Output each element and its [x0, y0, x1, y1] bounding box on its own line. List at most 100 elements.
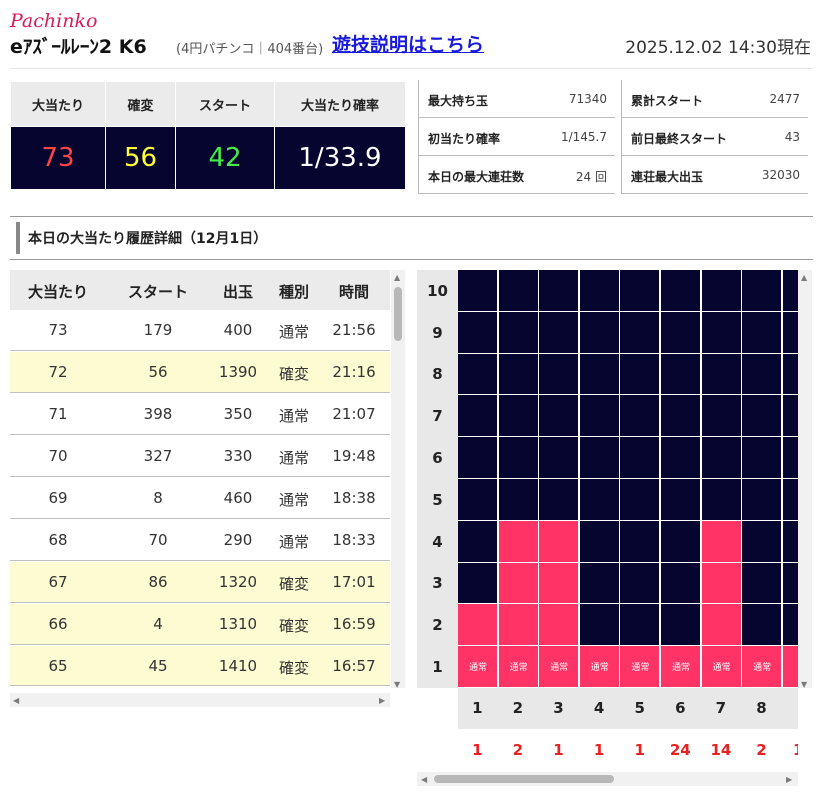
graph-type-label: 通常 [468, 663, 487, 674]
x-axis-label: 8 [756, 699, 767, 717]
scroll-down-arrow-icon[interactable]: ▼ [801, 681, 807, 689]
cell-type: 通常 [278, 491, 310, 509]
graph-cell [701, 395, 742, 438]
cell-hit: 72 [48, 363, 68, 381]
graph-cell [782, 520, 798, 563]
graph-cell [498, 562, 539, 605]
stat-label: 累計スタート [631, 94, 704, 108]
graph-cell [539, 479, 580, 521]
stats-left: 最大持ち玉 71340 初当たり確率 1/145.7 本日の最大連荘数 24 回 [418, 80, 615, 194]
cell-type: 確変 [278, 365, 310, 383]
streak-count-label: 1 [553, 741, 564, 759]
graph-cell [498, 270, 539, 312]
summary-header-probability: 大当たり確率 [275, 82, 405, 126]
graph-type-label: 通常 [712, 663, 731, 674]
stat-row: 累計スタート 2477 [621, 80, 808, 118]
summary-value-probability: 1/33.9 [275, 127, 405, 189]
machine-subtitle: (4円パチンコ｜404番台) [176, 42, 324, 57]
graph-cell [701, 520, 742, 563]
graph-cell [579, 520, 620, 563]
cell-type: 確変 [278, 659, 310, 677]
y-axis-label: 6 [432, 449, 443, 468]
cell-time: 16:59 [332, 615, 376, 633]
graph-cell [458, 604, 498, 647]
graph-horizontal-scroll-thumb[interactable] [434, 775, 614, 783]
scroll-left-arrow-icon[interactable]: ◀ [13, 697, 19, 705]
history-vertical-scroll-thumb[interactable] [394, 287, 402, 341]
graph-y-axis: 10 9 8 7 6 5 4 3 2 1 [417, 270, 458, 688]
summary-header-hits: 大当たり [11, 82, 105, 126]
graph-cell [458, 353, 498, 396]
x-axis-label: 6 [675, 699, 686, 717]
graph-cell [539, 520, 580, 563]
graph-type-label: 通常 [509, 663, 528, 674]
graph-cell [742, 395, 783, 438]
stat-value: 32030 [761, 168, 800, 182]
scroll-right-arrow-icon[interactable]: ▶ [786, 776, 792, 784]
stat-value: 24 回 [575, 170, 607, 184]
summary-value-kakuhen: 56 [106, 127, 175, 189]
stat-row: 連荘最大出玉 32030 [621, 156, 808, 194]
graph-cell [539, 395, 580, 438]
cell-hit: 69 [48, 489, 68, 507]
graph-vertical-scrollbar[interactable] [798, 270, 812, 688]
column-header-start: スタート [127, 283, 189, 301]
scroll-down-arrow-icon[interactable]: ▼ [394, 681, 400, 689]
graph-cell [498, 479, 539, 521]
table-row: 67 86 1320 確変 17:01 [10, 562, 390, 603]
graph-cell [782, 270, 798, 312]
graph-cell [701, 311, 742, 354]
x-axis-label: 5 [634, 699, 645, 717]
cell-payout: 400 [223, 321, 253, 339]
scroll-up-arrow-icon[interactable]: ▲ [801, 274, 807, 282]
graph-cell [661, 479, 701, 521]
graph-cell [579, 270, 620, 312]
scroll-left-arrow-icon[interactable]: ◀ [421, 776, 427, 784]
graph-cell [579, 311, 620, 354]
stat-label: 本日の最大連荘数 [428, 170, 525, 184]
y-axis-label: 1 [432, 658, 443, 677]
graph-cell [579, 437, 620, 479]
y-axis-label: 5 [432, 490, 443, 509]
cell-hit: 70 [48, 447, 68, 465]
table-row: 69 8 460 通常 18:38 [10, 478, 390, 519]
x-axis-label: 1 [472, 699, 483, 717]
column-header-hit: 大当たり [27, 283, 89, 301]
graph-cell [742, 437, 783, 479]
cell-type: 確変 [278, 617, 310, 635]
table-row: 66 4 1310 確変 16:59 [10, 604, 390, 645]
cell-type: 通常 [278, 449, 310, 467]
cell-payout: 290 [223, 531, 253, 549]
cell-time: 18:33 [332, 531, 376, 549]
graph-cell [458, 270, 498, 312]
column-header-payout: 出玉 [222, 283, 254, 301]
stats-right: 累計スタート 2477 前日最終スタート 43 連荘最大出玉 32030 [621, 80, 808, 194]
history-horizontal-scrollbar[interactable] [10, 693, 390, 707]
y-axis-label: 9 [432, 323, 443, 342]
table-row: 73 179 400 通常 21:56 [10, 310, 390, 351]
stat-value: 1/145.7 [560, 130, 607, 144]
x-axis-label: 7 [715, 699, 727, 717]
graph-cell [661, 604, 701, 647]
cell-hit: 71 [48, 405, 68, 423]
summary-header-start: スタート [176, 82, 274, 126]
scroll-up-arrow-icon[interactable]: ▲ [394, 274, 400, 282]
table-row: 68 70 290 通常 18:33 [10, 520, 390, 561]
graph-cell [579, 353, 620, 396]
graph-cell [620, 520, 661, 563]
graph-cell [661, 562, 701, 605]
cell-payout: 1410 [218, 657, 258, 675]
guide-link[interactable]: 遊技説明はこちら [332, 30, 484, 57]
cell-time: 18:38 [332, 489, 376, 507]
scroll-right-arrow-icon[interactable]: ▶ [379, 697, 385, 705]
graph-cell [782, 604, 798, 647]
graph-cell [620, 437, 661, 479]
timestamp: 2025.12.02 14:30現在 [625, 38, 811, 58]
graph-cell [579, 604, 620, 647]
cell-type: 通常 [278, 533, 310, 551]
y-axis-label: 4 [432, 532, 443, 551]
stat-row: 前日最終スタート 43 [621, 118, 808, 156]
stat-row: 初当たり確率 1/145.7 [418, 118, 615, 156]
graph-cell [579, 395, 620, 438]
graph-cell [782, 479, 798, 521]
